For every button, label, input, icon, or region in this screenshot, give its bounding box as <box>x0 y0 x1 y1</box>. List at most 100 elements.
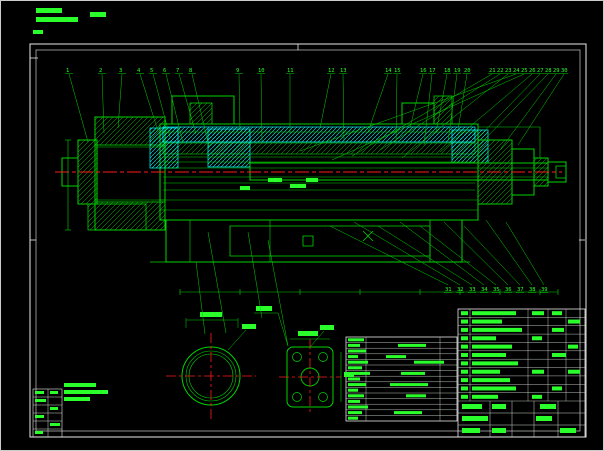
parts-list-cell-text <box>472 344 512 349</box>
balloon-number: 35 <box>493 287 500 293</box>
balloon-number: 17 <box>429 68 436 74</box>
parts-list-cell-text <box>552 386 562 391</box>
balloon-number: 15 <box>394 68 401 74</box>
parts-list-cell-text <box>472 378 510 383</box>
balloon-number: 5 <box>150 68 153 74</box>
balloon-number: 34 <box>481 287 488 293</box>
table-cell-text <box>414 360 444 364</box>
balloon-number: 20 <box>464 68 471 74</box>
cad-drawing-sheet: 1 2 3 4 5 6 7 8 9 10 11 12 13 14 15 16 17 18 19 20 21 22 23 24 2… <box>0 0 604 451</box>
table-cell-text <box>348 383 366 387</box>
balloon-number: 37 <box>517 287 524 293</box>
table-cell-text <box>348 399 360 403</box>
leader-text <box>320 325 334 330</box>
view-label-text <box>256 306 272 311</box>
table-cell-text <box>50 423 60 426</box>
balloon-number: 10 <box>258 68 265 74</box>
table-cell-text <box>398 343 426 347</box>
table-cell-text <box>348 388 358 392</box>
dimension-text <box>200 312 222 317</box>
balloon-number: 1 <box>66 68 69 74</box>
table-cell-text <box>348 405 368 409</box>
title-block-text <box>492 428 506 433</box>
note-text-block <box>64 383 96 387</box>
assembly-part <box>207 128 251 168</box>
parts-list-cell-text <box>461 311 468 316</box>
table-cell-text <box>348 394 364 398</box>
balloon-number: 33 <box>469 287 476 293</box>
dimension-text <box>298 331 318 336</box>
parts-list-cell-text <box>461 336 468 341</box>
table-cell-text <box>35 415 44 418</box>
balloon-number: 30 <box>561 68 568 74</box>
parts-list-cell-text <box>532 369 544 374</box>
balloon-number: 12 <box>328 68 335 74</box>
balloon-number: 9 <box>236 68 239 74</box>
table-cell-text <box>386 355 406 359</box>
parts-list-cell-text <box>532 336 542 341</box>
balloon-number: 23 <box>505 68 512 74</box>
balloon-number: 28 <box>545 68 552 74</box>
balloon-number: 18 <box>444 68 451 74</box>
note-text-block <box>64 397 90 401</box>
leader-text <box>242 324 256 329</box>
parts-list-cell-text <box>568 369 580 374</box>
parts-list-cell-text <box>461 353 468 357</box>
table-cell-text <box>348 377 360 381</box>
parts-list-cell-text <box>461 361 468 366</box>
table-cell-text <box>348 349 366 353</box>
balloon-number: 31 <box>445 287 452 293</box>
balloon-number: 24 <box>513 68 520 74</box>
parts-list-cell-text <box>552 311 562 316</box>
balloon-number: 21 <box>489 68 496 74</box>
table-cell-text <box>348 343 360 347</box>
table-cell-text <box>50 407 58 410</box>
title-block-text <box>462 416 488 421</box>
balloon-number: 32 <box>457 287 464 293</box>
dimension-text <box>344 372 354 377</box>
parts-list-cell-text <box>461 319 468 324</box>
balloon-number: 27 <box>537 68 544 74</box>
parts-list-cell-text <box>461 386 468 391</box>
parts-list-cell-text <box>461 378 468 383</box>
table-cell-text <box>348 411 362 415</box>
note-text-block <box>33 30 43 34</box>
note-text-block <box>36 8 62 13</box>
table-cell-text <box>35 399 46 402</box>
table-cell-text <box>401 371 425 375</box>
balloon-number: 8 <box>189 68 192 74</box>
table-cell-text <box>348 338 364 342</box>
table-cell-text <box>406 394 426 398</box>
parts-list-cell-text <box>532 311 544 316</box>
parts-list-cell-text <box>552 327 564 332</box>
parts-list-cell-text <box>472 336 496 341</box>
title-block-text <box>560 428 576 433</box>
parts-list-cell-text <box>472 311 516 316</box>
table-cell-text <box>390 383 428 387</box>
title-block-text <box>536 416 552 421</box>
balloon-number: 6 <box>163 68 166 74</box>
parts-list-cell-text <box>472 319 502 324</box>
balloon-number: 36 <box>505 287 512 293</box>
balloon-number: 13 <box>340 68 347 74</box>
balloon-number: 16 <box>420 68 427 74</box>
table-cell-text <box>394 411 422 415</box>
balloon-number: 14 <box>385 68 392 74</box>
note-text-block <box>90 12 106 17</box>
balloon-number: 2 <box>99 68 102 74</box>
cad-drawing-canvas: 1 2 3 4 5 6 7 8 9 10 11 12 13 14 15 16 17 18 19 20 21 22 23 24 2… <box>0 0 604 451</box>
parts-list-cell-text <box>461 327 468 332</box>
note-text-block <box>36 17 78 22</box>
title-block-text <box>462 428 480 433</box>
parts-list-cell-text <box>552 353 566 357</box>
table-cell-text <box>348 360 368 364</box>
balloon-number: 3 <box>119 68 122 74</box>
table-cell-text <box>35 391 44 394</box>
balloon-number: 7 <box>176 68 179 74</box>
balloon-number: 19 <box>454 68 461 74</box>
assembly-part <box>87 203 147 231</box>
parts-list-cell-text <box>461 344 468 349</box>
title-block-text <box>462 404 482 409</box>
parts-list-cell-text <box>472 369 500 374</box>
dimension-text <box>290 184 306 188</box>
